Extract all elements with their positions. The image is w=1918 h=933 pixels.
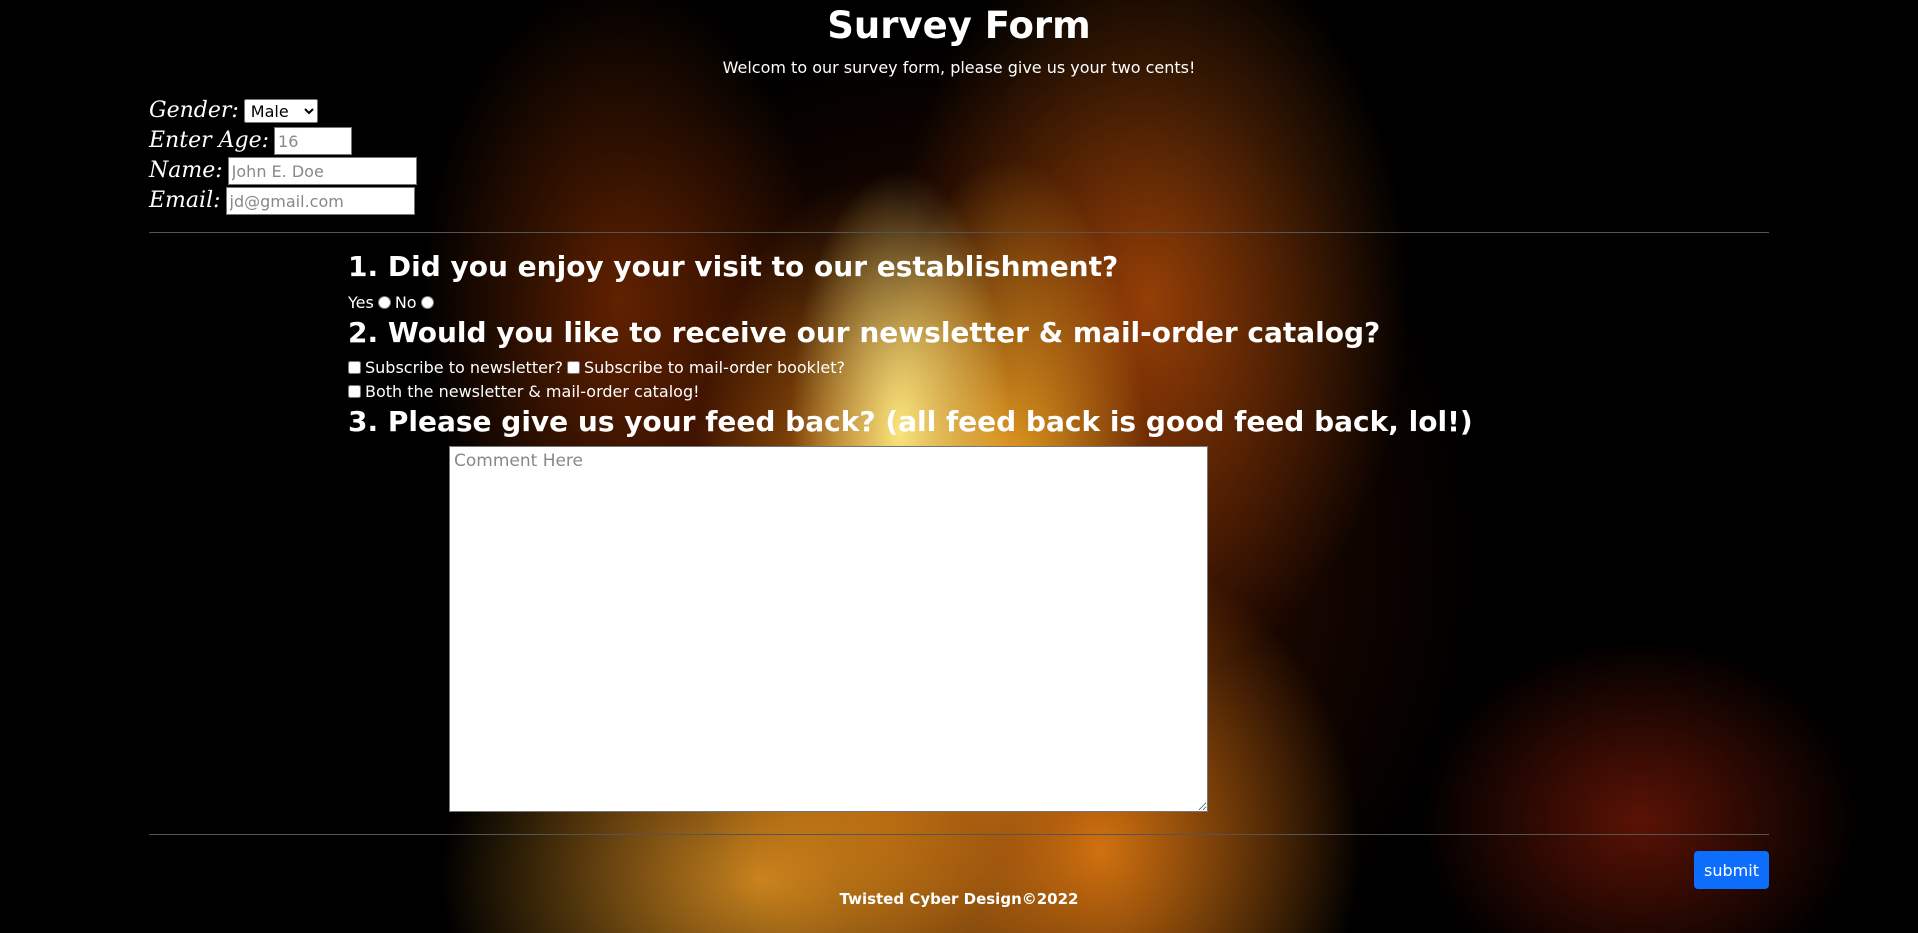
question-2-options-row1: Subscribe to newsletter? Subscribe to ma…: [348, 358, 849, 377]
yes-label: Yes: [348, 293, 374, 312]
age-row: Enter Age:: [149, 126, 353, 156]
newsletter-checkbox[interactable]: [348, 361, 361, 374]
no-radio[interactable]: [420, 296, 434, 309]
submit-button[interactable]: submit: [1694, 851, 1769, 889]
email-label: Email:: [149, 188, 221, 213]
email-row: Email:: [149, 186, 415, 216]
survey-page: Survey Form Welcom to our survey form, p…: [0, 0, 1918, 933]
question-3: 3. Please give us your feed back? (all f…: [348, 405, 1473, 438]
question-2-options-row2: Both the newsletter & mail-order catalog…: [348, 382, 704, 401]
gender-select[interactable]: Male: [243, 99, 318, 123]
gender-label: Gender:: [149, 98, 239, 123]
both-label: Both the newsletter & mail-order catalog…: [365, 382, 700, 401]
question-1: 1. Did you enjoy your visit to our estab…: [348, 250, 1119, 283]
name-label: Name:: [149, 158, 223, 183]
booklet-checkbox[interactable]: [567, 361, 580, 374]
top-divider: [149, 232, 1769, 233]
question-1-options: Yes No: [348, 293, 438, 312]
email-input[interactable]: [225, 187, 415, 215]
yes-radio[interactable]: [377, 296, 391, 309]
age-input[interactable]: [274, 127, 353, 155]
newsletter-label: Subscribe to newsletter?: [365, 358, 563, 377]
feedback-textarea[interactable]: [449, 446, 1208, 812]
footer-credit: Twisted Cyber Design©2022: [839, 890, 1079, 908]
question-2: 2. Would you like to receive our newslet…: [348, 316, 1381, 349]
name-input[interactable]: [227, 157, 417, 185]
gender-row: Gender: Male: [149, 96, 318, 126]
page-subtitle: Welcom to our survey form, please give u…: [722, 58, 1196, 77]
name-row: Name:: [149, 156, 417, 186]
page-title: Survey Form: [827, 4, 1091, 47]
both-checkbox[interactable]: [348, 385, 361, 398]
booklet-label: Subscribe to mail-order booklet?: [584, 358, 845, 377]
no-label: No: [394, 293, 417, 312]
age-label: Enter Age:: [149, 128, 270, 153]
bottom-divider: [149, 834, 1769, 835]
